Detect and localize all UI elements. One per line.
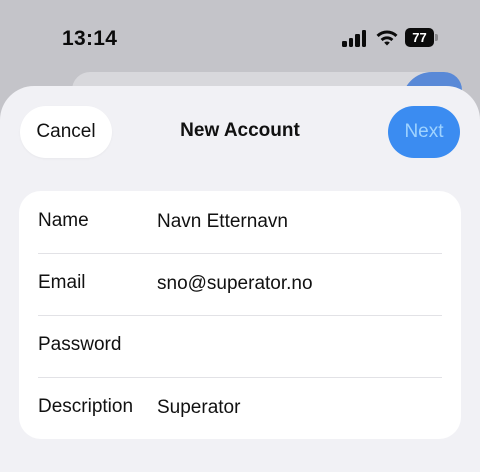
form-row-description: Description: [19, 377, 461, 439]
name-field[interactable]: [157, 205, 447, 239]
password-field[interactable]: [157, 329, 447, 363]
email-label: Email: [38, 272, 86, 293]
form-row-password: Password: [19, 315, 461, 377]
battery-cap: [435, 34, 438, 41]
description-field[interactable]: [157, 391, 447, 425]
form-row-name: Name: [19, 191, 461, 253]
description-label: Description: [38, 396, 134, 417]
new-account-sheet: Cancel New Account Next Name Email Passw…: [0, 86, 480, 472]
signal-icon: [342, 29, 368, 47]
form-row-email: Email: [19, 253, 461, 315]
name-label: Name: [38, 210, 89, 231]
nav-bar: Cancel New Account Next: [0, 86, 480, 186]
account-form: Name Email Password Description: [19, 191, 461, 439]
battery-icon: 77: [405, 28, 439, 47]
status-bar: 13:14 77: [0, 0, 480, 80]
password-label: Password: [38, 334, 122, 355]
page-title: New Account: [180, 120, 300, 141]
cancel-button[interactable]: Cancel: [20, 106, 112, 158]
battery-level: 77: [405, 28, 434, 47]
wifi-icon: [376, 30, 398, 46]
status-time: 13:14: [62, 27, 118, 50]
email-field[interactable]: [157, 267, 447, 301]
next-button[interactable]: Next: [388, 106, 460, 158]
